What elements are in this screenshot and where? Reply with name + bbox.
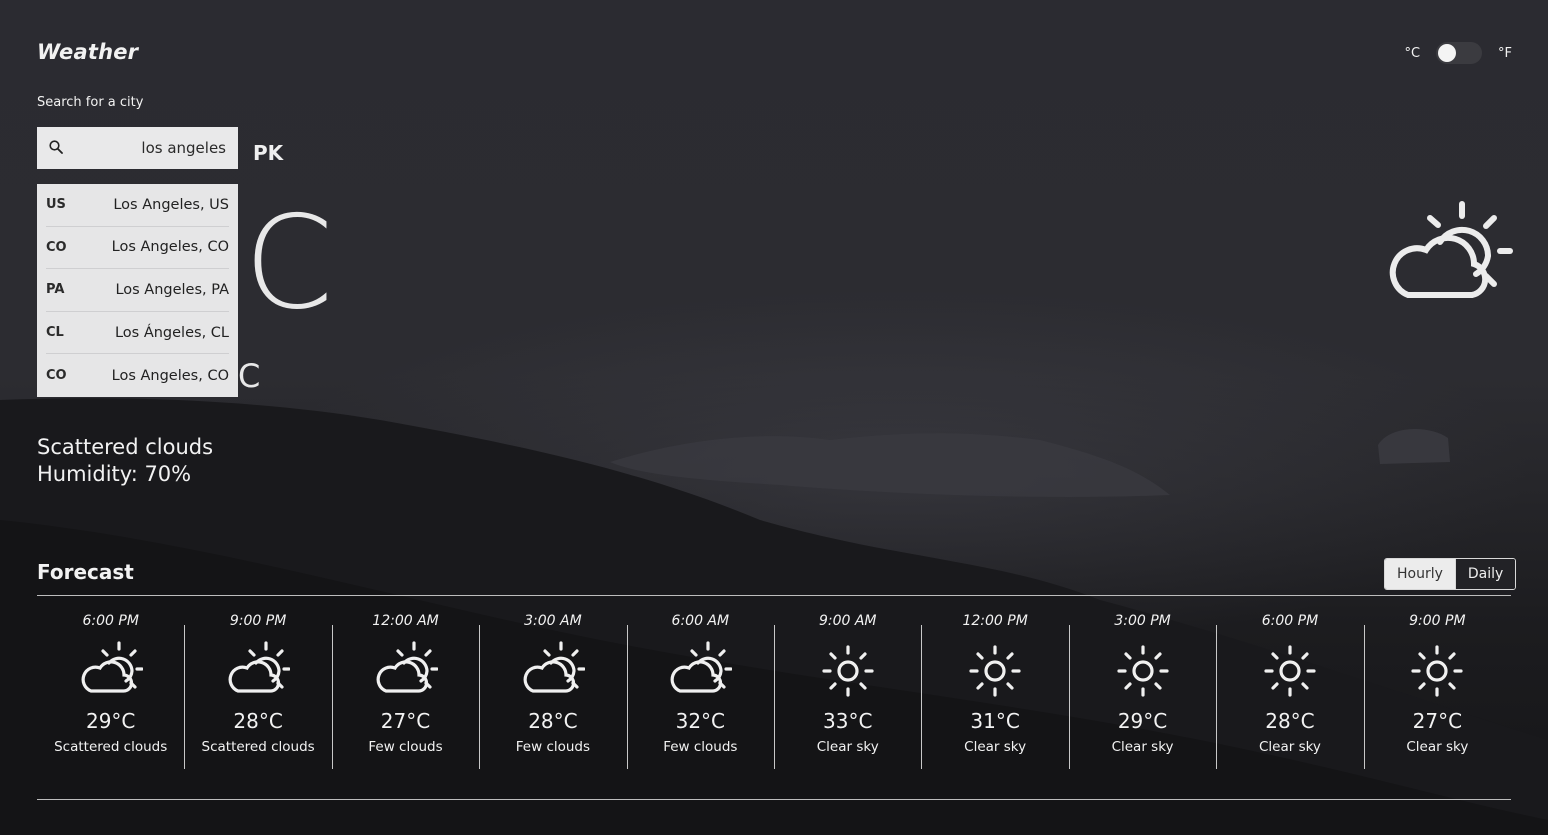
forecast-bottom-divider xyxy=(37,799,1511,800)
forecast-time: 6:00 PM xyxy=(82,613,139,629)
forecast-description: Few clouds xyxy=(663,739,738,755)
forecast-description: Clear sky xyxy=(964,739,1027,755)
fahrenheit-label: °F xyxy=(1498,45,1512,61)
forecast-description: Few clouds xyxy=(515,739,591,755)
current-description: Scattered clouds xyxy=(37,435,214,459)
unit-switch[interactable] xyxy=(1436,42,1483,64)
partly-cloudy-icon xyxy=(374,639,439,699)
forecast-description: Clear sky xyxy=(1406,739,1469,755)
current-humidity: Humidity: 70% xyxy=(37,462,192,486)
forecast-item: 9:00 PM 28°C Scattered clouds xyxy=(184,605,331,785)
forecast-temperature: 29°C xyxy=(1117,709,1168,733)
forecast-time: 6:00 PM xyxy=(1261,613,1319,629)
sun-icon xyxy=(1258,639,1322,699)
forecast-temperature: 29°C xyxy=(85,709,136,733)
forecast-time: 9:00 AM xyxy=(818,613,877,629)
forecast-item: 6:00 AM 32°C Few clouds xyxy=(626,605,774,785)
forecast-time: 3:00 AM xyxy=(524,613,582,629)
forecast-list: 6:00 PM 29°C Scattered clouds 9:00 PM 28°C Sc… xyxy=(37,605,1511,785)
forecast-time: 12:00 PM xyxy=(962,613,1028,629)
partly-cloudy-icon xyxy=(226,639,291,699)
suggestion-item[interactable]: CO Los Angeles, CO xyxy=(46,227,229,270)
app-title: Weather xyxy=(37,40,139,64)
sun-icon xyxy=(963,639,1027,699)
forecast-description: Scattered clouds xyxy=(201,739,315,755)
suggestion-city: Los Angeles, CO xyxy=(111,239,229,256)
suggestion-city: Los Ángeles, CL xyxy=(114,324,229,341)
forecast-temperature: 27°C xyxy=(380,709,431,733)
suggestion-country-code: CO xyxy=(46,368,67,384)
forecast-item: 12:00 PM 31°C Clear sky xyxy=(921,605,1068,785)
hourly-button[interactable]: Hourly xyxy=(1385,559,1455,589)
partly-cloudy-icon xyxy=(668,639,733,699)
forecast-time: 12:00 AM xyxy=(372,613,439,629)
search-suggestions: US Los Angeles, US CO Los Angeles, CO PA… xyxy=(37,184,238,397)
forecast-temperature: 33°C xyxy=(823,709,873,733)
forecast-item: 6:00 PM 29°C Scattered clouds xyxy=(37,605,184,785)
current-temperature: C xyxy=(244,189,334,338)
feels-like-temperature: C xyxy=(238,357,261,395)
forecast-temperature: 28°C xyxy=(1265,709,1315,733)
suggestion-city: Los Angeles, PA xyxy=(115,281,229,298)
forecast-time: 3:00 PM xyxy=(1114,613,1171,629)
forecast-description: Clear sky xyxy=(1258,739,1321,755)
sun-icon xyxy=(816,639,880,699)
search-input[interactable]: los angeles xyxy=(37,127,238,169)
forecast-temperature: 28°C xyxy=(233,709,283,733)
forecast-time: 9:00 PM xyxy=(229,613,287,629)
forecast-temperature: 31°C xyxy=(970,709,1020,733)
partly-cloudy-sun-icon xyxy=(1389,201,1513,298)
forecast-top-divider xyxy=(37,595,1511,596)
search-label: Search for a city xyxy=(37,95,144,110)
suggestion-country-code: CO xyxy=(46,239,67,255)
search-icon xyxy=(49,139,63,158)
suggestion-item[interactable]: CL Los Ángeles, CL xyxy=(46,312,229,355)
unit-switch-knob xyxy=(1438,44,1457,62)
forecast-description: Clear sky xyxy=(816,739,879,755)
forecast-time: 6:00 AM xyxy=(671,613,730,629)
forecast-temperature: 28°C xyxy=(528,709,578,733)
sun-icon xyxy=(1111,639,1175,699)
forecast-item: 3:00 PM 29°C Clear sky xyxy=(1068,605,1216,785)
forecast-item: 12:00 AM 27°C Few clouds xyxy=(331,605,479,785)
forecast-temperature: 27°C xyxy=(1412,709,1463,733)
suggestion-item[interactable]: CO Los Angeles, CO xyxy=(46,354,229,397)
suggestion-country-code: PA xyxy=(46,282,65,298)
suggestion-city: Los Angeles, CO xyxy=(111,367,229,384)
forecast-time: 9:00 PM xyxy=(1409,613,1466,629)
partly-cloudy-icon xyxy=(79,639,144,699)
daily-button[interactable]: Daily xyxy=(1454,559,1516,589)
forecast-title: Forecast xyxy=(37,560,134,584)
forecast-description: Few clouds xyxy=(368,739,443,755)
current-conditions: Scattered clouds Humidity: 70% xyxy=(37,434,213,488)
forecast-view-toggle: Hourly Daily xyxy=(1384,558,1517,590)
suggestion-country-code: US xyxy=(46,197,66,213)
current-country-code: PK xyxy=(253,141,284,165)
partly-cloudy-icon xyxy=(521,639,586,699)
forecast-item: 3:00 AM 28°C Few clouds xyxy=(479,605,626,785)
search-value: los angeles xyxy=(141,139,226,157)
sun-icon xyxy=(1405,639,1469,699)
suggestion-city: Los Angeles, US xyxy=(113,196,229,213)
suggestion-item[interactable]: US Los Angeles, US xyxy=(46,184,229,227)
suggestion-country-code: CL xyxy=(46,325,64,341)
unit-toggle: °C °F xyxy=(1404,42,1512,64)
forecast-description: Clear sky xyxy=(1111,739,1174,755)
suggestion-item[interactable]: PA Los Angeles, PA xyxy=(46,269,229,312)
forecast-item: 9:00 PM 27°C Clear sky xyxy=(1363,605,1511,785)
forecast-temperature: 32°C xyxy=(675,709,726,733)
forecast-description: Scattered clouds xyxy=(54,739,168,755)
forecast-item: 9:00 AM 33°C Clear sky xyxy=(774,605,921,785)
celsius-label: °C xyxy=(1404,45,1421,61)
forecast-item: 6:00 PM 28°C Clear sky xyxy=(1216,605,1363,785)
